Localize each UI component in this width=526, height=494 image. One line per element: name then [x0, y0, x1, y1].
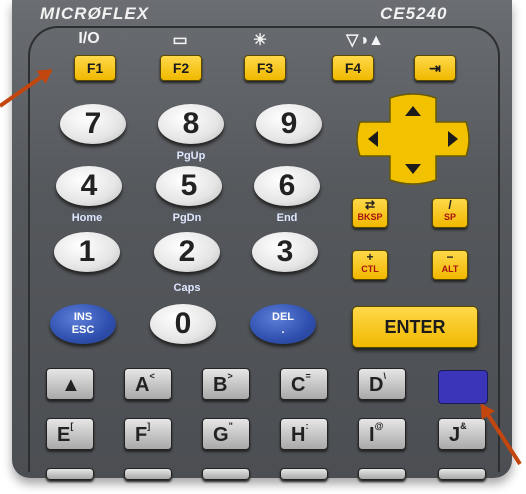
esc-label: ESC	[71, 324, 95, 336]
pgdn-label: PgDn	[172, 212, 202, 224]
key-row3-partial-6	[438, 468, 486, 480]
contrast-icon: ▽◑▲	[346, 32, 384, 49]
folder-icon: ▭	[172, 32, 188, 49]
key-row3-partial-5	[358, 468, 406, 480]
key-0[interactable]: 0	[150, 304, 216, 344]
bksp-label: BKSP	[357, 212, 383, 222]
key-5[interactable]: 5	[156, 166, 222, 206]
key-g-symbol: "	[228, 421, 233, 431]
bksp-key[interactable]: ⇄ BKSP	[352, 198, 388, 228]
sp-key[interactable]: / SP	[432, 198, 468, 228]
key-9[interactable]: 9	[256, 104, 322, 144]
key-a-symbol: <	[149, 371, 155, 381]
key-row3-partial-1	[46, 468, 94, 480]
key-f[interactable]: F]	[124, 418, 172, 450]
end-label: End	[276, 212, 298, 224]
sp-label: SP	[443, 212, 456, 222]
key-e[interactable]: E[	[46, 418, 94, 450]
dot-label: .	[281, 324, 285, 336]
key-i-symbol: @	[374, 421, 384, 431]
alt-label: ALT	[441, 264, 459, 274]
key-b-label: B	[213, 374, 228, 396]
f1-key[interactable]: F1	[74, 55, 116, 81]
key-c-label: C	[291, 374, 306, 396]
del-label: DEL	[272, 311, 294, 323]
f2-key[interactable]: F2	[160, 55, 202, 81]
key-2[interactable]: 2	[154, 232, 220, 272]
brand-logo: MICRØFLEX	[40, 4, 150, 23]
model-label: CE5240	[380, 4, 448, 23]
key-a[interactable]: A<	[124, 368, 172, 400]
blue-function-key[interactable]	[438, 370, 488, 404]
ctl-key[interactable]: + CTL	[352, 250, 388, 280]
key-4[interactable]: 4	[56, 166, 122, 206]
key-j-symbol: &	[460, 421, 467, 431]
alt-key[interactable]: − ALT	[432, 250, 468, 280]
key-c[interactable]: C=	[280, 368, 328, 400]
tab-key[interactable]: ⇥	[414, 55, 456, 81]
key-a-label: A	[135, 374, 150, 396]
key-1[interactable]: 1	[54, 232, 120, 272]
key-d-label: D	[369, 374, 384, 396]
key-b[interactable]: B>	[202, 368, 250, 400]
ctl-label: CTL	[361, 264, 379, 274]
key-d[interactable]: D\	[358, 368, 406, 400]
pgup-label: PgUp	[176, 150, 206, 162]
ins-label: INS	[73, 311, 93, 323]
key-g-label: G	[213, 424, 229, 446]
key-7[interactable]: 7	[60, 104, 126, 144]
key-h[interactable]: H:	[280, 418, 328, 450]
shift-up-icon: ▲	[61, 374, 81, 396]
key-h-label: H	[291, 424, 306, 446]
dpad[interactable]	[354, 92, 472, 186]
shift-key[interactable]: ▲	[46, 368, 94, 400]
backlight-icon: ☀	[252, 32, 268, 49]
key-c-symbol: =	[305, 371, 311, 381]
key-d-symbol: \	[383, 371, 386, 381]
key-e-symbol: [	[70, 421, 74, 431]
key-8[interactable]: 8	[158, 104, 224, 144]
enter-key[interactable]: ENTER	[352, 306, 478, 348]
f3-key[interactable]: F3	[244, 55, 286, 81]
key-i[interactable]: I@	[358, 418, 406, 450]
del-dot-key[interactable]: DEL .	[250, 304, 316, 344]
power-label: I/O	[78, 30, 100, 47]
ins-esc-key[interactable]: INS ESC	[50, 304, 116, 344]
key-row3-partial-4	[280, 468, 328, 480]
key-3[interactable]: 3	[252, 232, 318, 272]
key-f-symbol: ]	[147, 421, 151, 431]
home-label: Home	[71, 212, 103, 224]
key-row3-partial-3	[202, 468, 250, 480]
f4-key[interactable]: F4	[332, 55, 374, 81]
caps-label: Caps	[173, 282, 201, 294]
key-h-symbol: :	[305, 421, 309, 431]
key-row3-partial-2	[124, 468, 172, 480]
key-j[interactable]: J&	[438, 418, 486, 450]
key-j-label: J	[449, 424, 461, 446]
key-6[interactable]: 6	[254, 166, 320, 206]
key-b-symbol: >	[227, 371, 233, 381]
key-e-label: E	[57, 424, 71, 446]
key-f-label: F	[135, 424, 148, 446]
key-g[interactable]: G"	[202, 418, 250, 450]
